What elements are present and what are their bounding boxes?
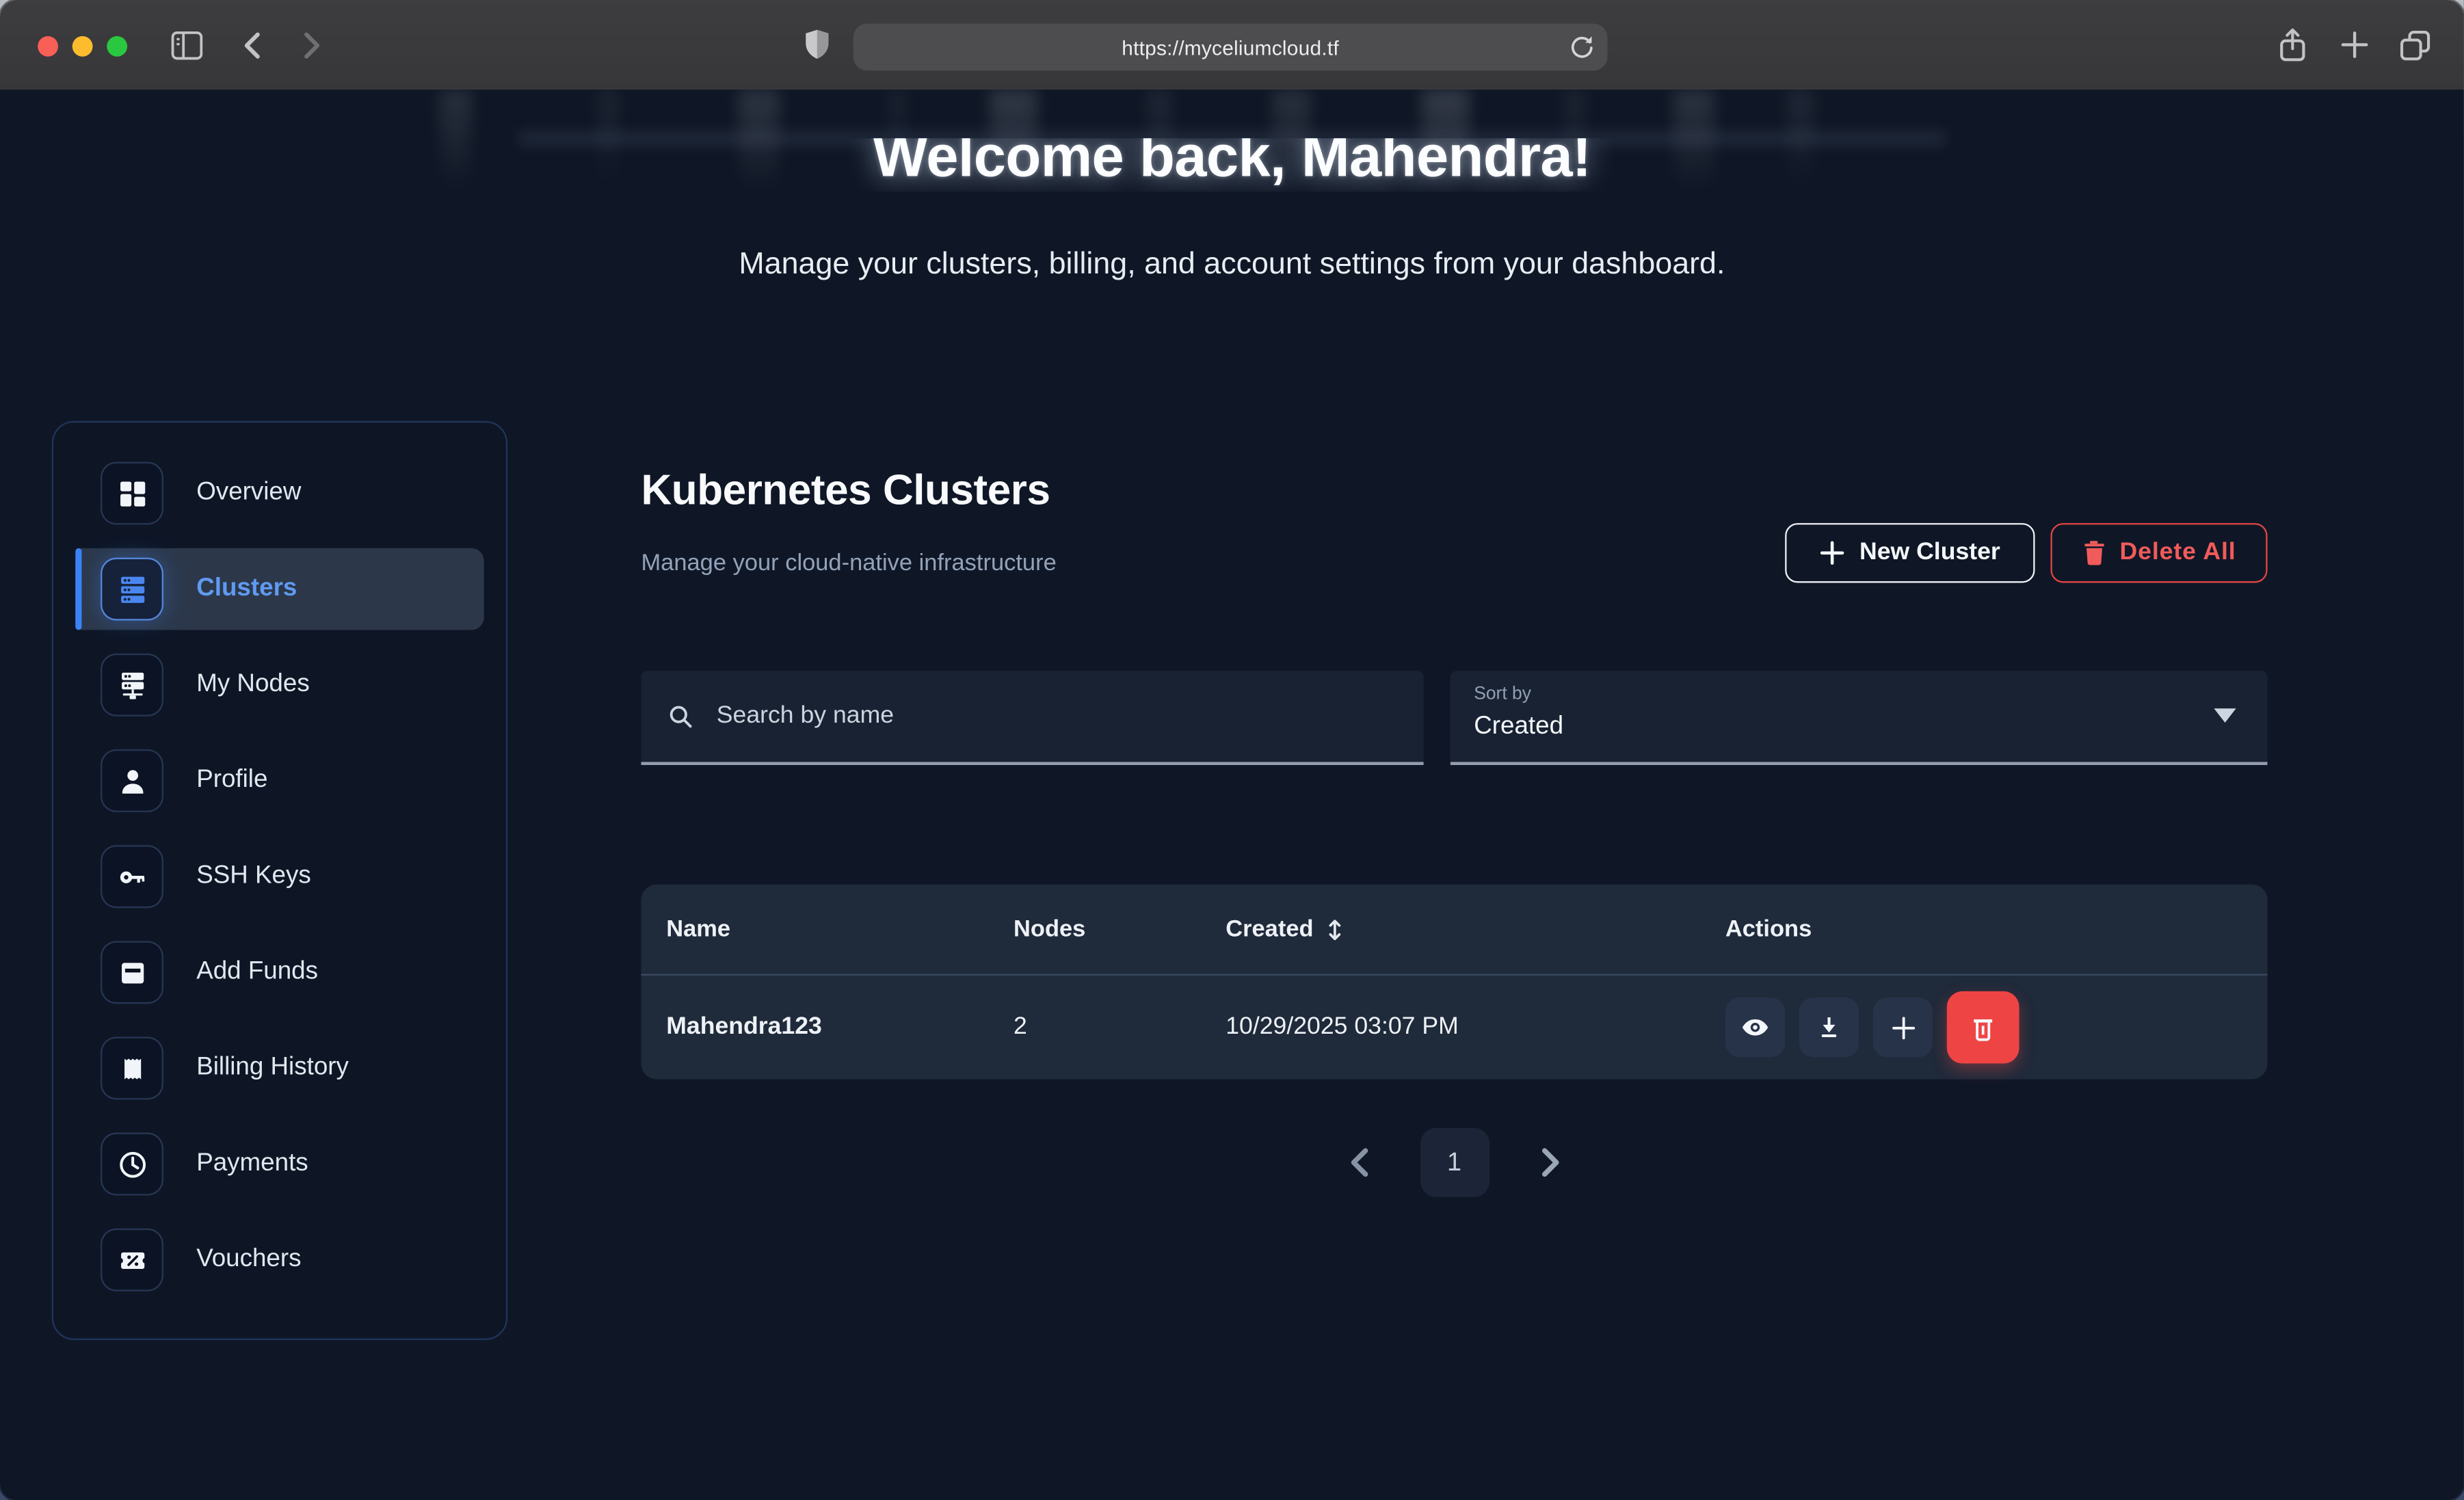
sort-label: Sort by [1474,685,1531,704]
cluster-name-cell: Mahendra123 [666,976,822,1080]
chevron-left-icon [1347,1147,1369,1178]
new-cluster-button[interactable]: New Cluster [1786,523,2035,582]
search-icon [666,702,694,730]
delete-cluster-button[interactable] [1947,991,2019,1064]
chevron-right-icon [1539,1147,1561,1178]
url-text: https://myceliumcloud.tf [1122,36,1339,59]
download-icon [1815,1013,1843,1041]
table-header-row: Name Nodes Created Actions [641,885,2267,974]
delete-all-button[interactable]: Delete All [2050,523,2267,582]
column-header-actions: Actions [1725,885,1812,974]
page-title: Kubernetes Clusters [641,466,1050,515]
sidebar-item-label: Billing History [196,1054,349,1082]
delete-all-label: Delete All [2119,539,2236,567]
sidebar-item-label: Payments [196,1150,308,1178]
column-header-created[interactable]: Created [1226,885,1343,974]
welcome-subtitle: Manage your clusters, billing, and accou… [0,247,2464,283]
arrows-up-down-icon [1326,917,1343,942]
add-node-button[interactable] [1873,997,1933,1057]
sidebar-item-ssh-keys[interactable]: SSH Keys [75,835,483,917]
cluster-created-cell: 10/29/2025 03:07 PM [1226,976,1459,1080]
next-page-button[interactable] [1539,1147,1561,1178]
browser-toolbar: https://myceliumcloud.tf [0,0,2464,90]
sidebar-item-vouchers[interactable]: Vouchers [75,1219,483,1300]
row-actions [1725,991,2019,1064]
column-header-name[interactable]: Name [666,885,730,974]
forward-button[interactable] [302,31,322,59]
desktop: https://myceliumcloud.tf [0,0,2464,1500]
search-input[interactable] [713,701,1405,732]
tab-overview-icon[interactable] [2398,28,2433,63]
sidebar-item-label: My Nodes [196,671,310,699]
key-icon [101,845,163,908]
sidebar-item-label: Overview [196,479,301,507]
sidebar-item-label: Add Funds [196,959,318,987]
header-actions: New Cluster Delete All [1786,523,2268,582]
sidebar-item-overview[interactable]: Overview [75,453,483,534]
share-icon[interactable] [2275,27,2310,64]
download-kubeconfig-button[interactable] [1799,997,1859,1057]
caret-down-icon [2214,708,2236,723]
sort-value: Created [1474,713,1563,741]
search-box [641,671,1423,765]
cluster-nodes-cell: 2 [1014,976,1027,1080]
sidebar-item-label: Clusters [196,575,297,603]
column-header-created-label: Created [1226,885,1313,974]
server-node-icon [101,654,163,716]
shield-icon[interactable] [804,30,830,62]
clock-icon [101,1133,163,1196]
receipt-icon [101,1036,163,1099]
sidebar-item-label: Profile [196,766,267,794]
back-button[interactable] [242,31,263,59]
view-cluster-button[interactable] [1725,997,1785,1057]
zoom-window-button[interactable] [107,36,127,57]
new-tab-icon[interactable] [2340,30,2370,60]
page-subtitle: Manage your cloud-native infrastructure [641,550,1056,576]
column-header-nodes[interactable]: Nodes [1014,885,1085,974]
user-icon [101,749,163,812]
trash-icon [2082,540,2105,565]
sort-dropdown[interactable]: Sort by Created [1450,671,2268,765]
sidebar-item-label: Vouchers [196,1246,301,1274]
close-window-button[interactable] [38,36,58,57]
wallet-icon [101,941,163,1004]
clusters-table: Name Nodes Created Actions Mahendra123 2… [641,885,2267,1080]
page-number-button[interactable]: 1 [1420,1128,1489,1197]
layout-dashboard-icon [101,462,163,525]
sidebar-item-label: SSH Keys [196,862,311,890]
sidebar-item-profile[interactable]: Profile [75,740,483,821]
plus-icon [1888,1013,1918,1043]
dashboard-page: Welcome back, Mahendra! Manage your clus… [0,90,2464,1500]
sidebar-item-add-funds[interactable]: Add Funds [75,932,483,1013]
browser-window: https://myceliumcloud.tf [0,0,2464,1500]
plus-icon [1820,540,1846,565]
sidebar-item-payments[interactable]: Payments [75,1123,483,1205]
sidebar-item-billing-history[interactable]: Billing History [75,1028,483,1109]
pagination: 1 [641,1128,2267,1197]
address-bar[interactable]: https://myceliumcloud.tf [853,23,1608,70]
minimize-window-button[interactable] [72,36,93,57]
eye-icon [1740,1012,1771,1043]
table-row: Mahendra123 2 10/29/2025 03:07 PM [641,974,2267,1080]
sidebar-toggle-icon[interactable] [170,30,204,62]
trash-icon [1968,1011,1999,1044]
new-cluster-label: New Cluster [1859,539,2000,567]
reload-icon[interactable] [1569,35,1593,60]
sidebar-item-clusters[interactable]: Clusters [75,548,483,630]
prev-page-button[interactable] [1347,1147,1369,1178]
ticket-percent-icon [101,1229,163,1291]
sidebar-item-my-nodes[interactable]: My Nodes [75,644,483,725]
sidebar-nav: Overview Clusters My Nodes [52,421,507,1340]
server-stack-icon [101,558,163,621]
